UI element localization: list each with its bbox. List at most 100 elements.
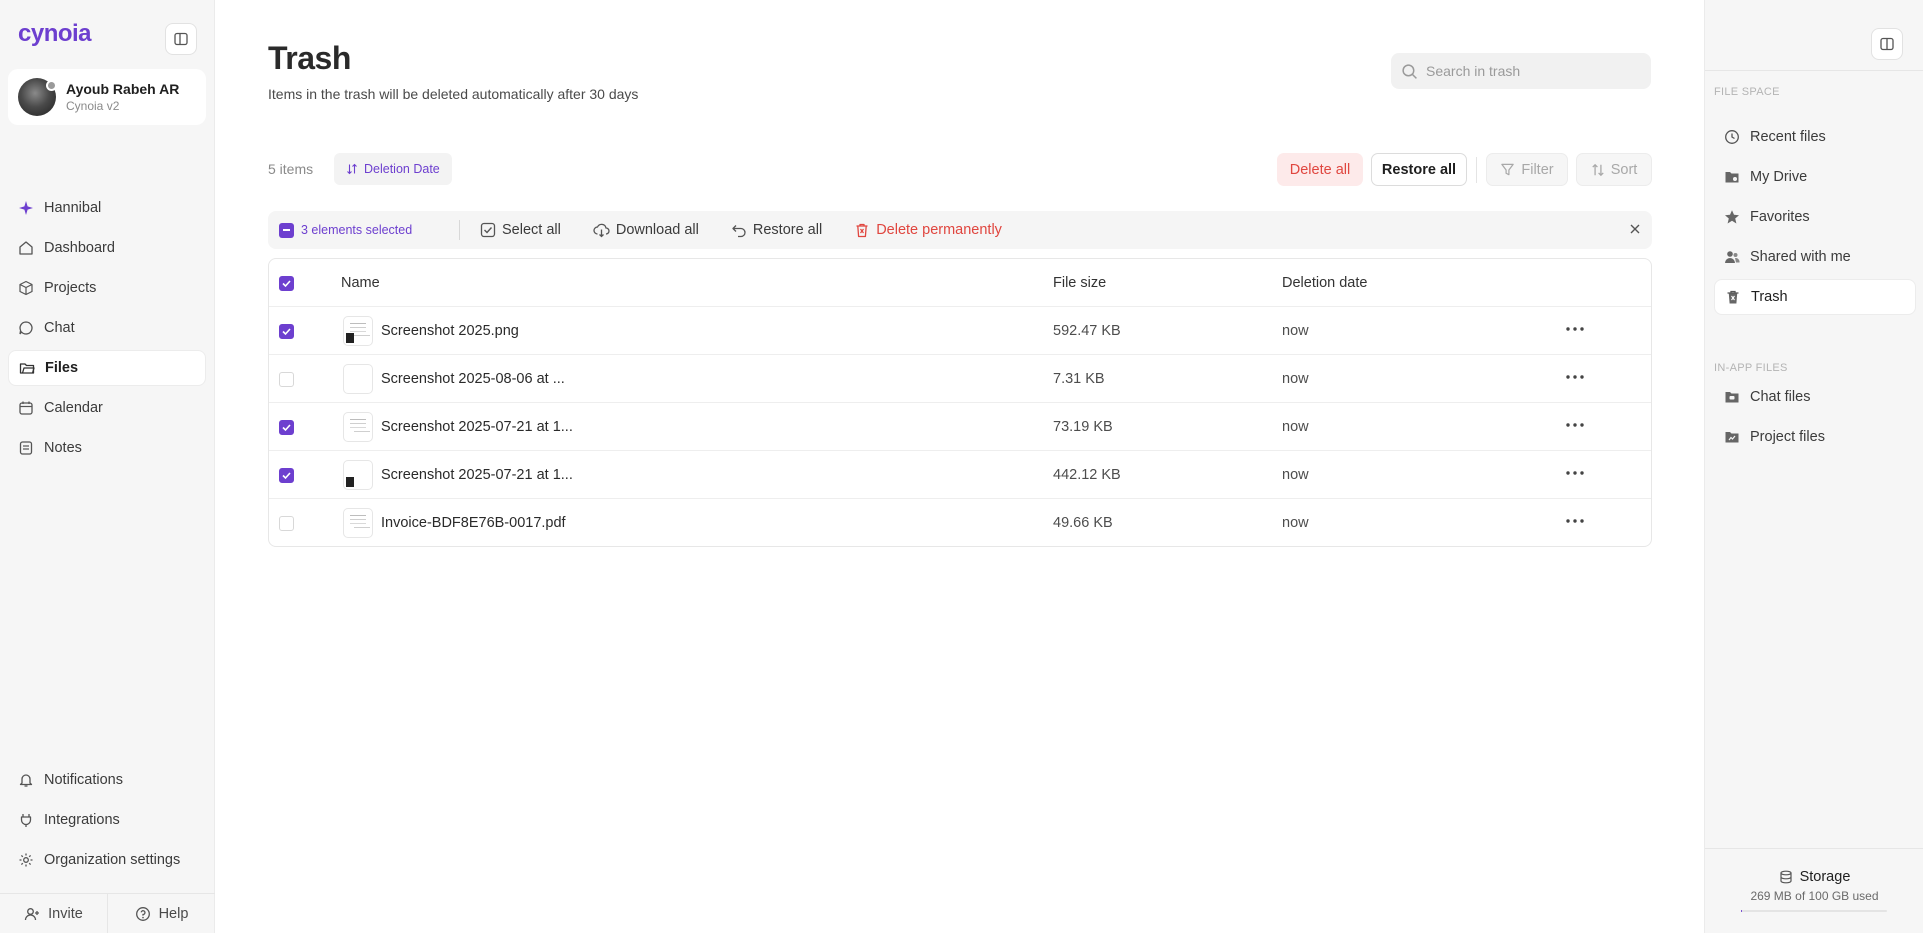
nav-item-files[interactable]: Files xyxy=(8,350,206,386)
file-name[interactable]: Screenshot 2025-08-06 at ... xyxy=(381,355,565,403)
file-size: 73.19 KB xyxy=(1053,419,1113,435)
column-header-file-size[interactable]: File size xyxy=(1053,259,1106,307)
check-square-icon xyxy=(480,222,496,238)
close-selection-button[interactable] xyxy=(1628,222,1642,236)
sidebar-item-chat-files[interactable]: Chat files xyxy=(1714,379,1916,415)
nav-item-calendar[interactable]: Calendar xyxy=(8,390,206,426)
invite-button[interactable]: Invite xyxy=(0,894,108,933)
sort-button[interactable]: Sort xyxy=(1576,153,1652,186)
nav-item-organization-settings[interactable]: Organization settings xyxy=(8,842,206,878)
table-row[interactable]: Screenshot 2025-08-06 at ... 7.31 KB now xyxy=(269,355,1651,403)
column-header-deletion-date[interactable]: Deletion date xyxy=(1282,259,1367,307)
sidebar-item-my-drive[interactable]: My Drive xyxy=(1714,159,1916,195)
restore-selected-button[interactable]: Restore all xyxy=(731,222,822,238)
table-row[interactable]: Screenshot 2025.png 592.47 KB now xyxy=(269,307,1651,355)
user-org: Cynoia v2 xyxy=(66,98,120,113)
file-size: 442.12 KB xyxy=(1053,467,1121,483)
main-nav: Hannibal Dashboard Projects Chat Files C… xyxy=(8,190,206,470)
nav-label: Projects xyxy=(44,280,97,296)
file-name[interactable]: Invoice-BDF8E76B-0017.pdf xyxy=(381,499,566,546)
file-name[interactable]: Screenshot 2025.png xyxy=(381,307,519,355)
file-size: 592.47 KB xyxy=(1053,323,1121,339)
row-checkbox[interactable] xyxy=(279,516,294,531)
search-input[interactable] xyxy=(1426,63,1626,79)
row-more-button[interactable] xyxy=(1563,369,1587,385)
select-all-button[interactable]: Select all xyxy=(480,222,561,238)
sidebar-item-label: Chat files xyxy=(1750,389,1811,405)
filter-button[interactable]: Filter xyxy=(1486,153,1568,186)
row-more-button[interactable] xyxy=(1563,465,1587,481)
nav-item-chat[interactable]: Chat xyxy=(8,310,206,346)
sidebar-item-recent-files[interactable]: Recent files xyxy=(1714,119,1916,155)
row-more-button[interactable] xyxy=(1563,321,1587,337)
file-thumbnail xyxy=(343,316,373,346)
chat-icon xyxy=(18,320,34,336)
selection-count[interactable]: 3 elements selected xyxy=(279,222,459,238)
restore-all-button[interactable]: Restore all xyxy=(1371,153,1467,186)
sparkle-icon xyxy=(18,200,34,216)
sidebar-item-project-files[interactable]: Project files xyxy=(1714,419,1916,455)
table-row[interactable]: Screenshot 2025-07-21 at 1... 442.12 KB … xyxy=(269,451,1651,499)
file-size: 7.31 KB xyxy=(1053,371,1105,387)
collapse-file-sidebar-button[interactable] xyxy=(1871,28,1903,60)
search-box[interactable] xyxy=(1391,53,1651,89)
file-thumbnail xyxy=(343,460,373,490)
main-content: Trash Items in the trash will be deleted… xyxy=(216,0,1704,933)
storage-heading: Storage xyxy=(1705,869,1923,885)
help-button[interactable]: Help xyxy=(108,894,215,933)
table-row[interactable]: Screenshot 2025-07-21 at 1... 73.19 KB n… xyxy=(269,403,1651,451)
sidebar-item-favorites[interactable]: Favorites xyxy=(1714,199,1916,235)
header-checkbox[interactable] xyxy=(279,276,294,291)
row-checkbox[interactable] xyxy=(279,324,294,339)
storage-usage-text: 269 MB of 100 GB used xyxy=(1750,889,1879,903)
page-subtitle: Items in the trash will be deleted autom… xyxy=(268,86,639,102)
column-header-name[interactable]: Name xyxy=(341,259,380,307)
row-more-button[interactable] xyxy=(1563,417,1587,433)
panel-toggle-icon xyxy=(1880,37,1894,51)
storage-panel[interactable]: Storage 269 MB of 100 GB used xyxy=(1705,848,1923,933)
file-size: 49.66 KB xyxy=(1053,515,1113,531)
nav-item-dashboard[interactable]: Dashboard xyxy=(8,230,206,266)
app-logo[interactable]: cynoia xyxy=(18,20,92,48)
nav-item-projects[interactable]: Projects xyxy=(8,270,206,306)
restore-selected-label: Restore all xyxy=(752,222,823,238)
row-checkbox[interactable] xyxy=(279,468,294,483)
storage-progress-bar xyxy=(1741,910,1887,912)
sort-by-deletion-date-chip[interactable]: Deletion Date xyxy=(334,153,452,185)
help-icon xyxy=(135,906,151,922)
table-row[interactable]: Invoice-BDF8E76B-0017.pdf 49.66 KB now xyxy=(269,499,1651,546)
sort-arrows-icon xyxy=(346,163,358,175)
file-name[interactable]: Screenshot 2025-07-21 at 1... xyxy=(381,451,573,499)
delete-all-button[interactable]: Delete all xyxy=(1277,153,1363,186)
download-all-button[interactable]: Download all xyxy=(593,222,699,238)
nav-label: Dashboard xyxy=(44,240,115,256)
row-more-button[interactable] xyxy=(1563,513,1587,529)
row-checkbox[interactable] xyxy=(279,372,294,387)
user-card[interactable]: Ayoub Rabeh AR Cynoia v2 xyxy=(8,69,206,125)
filter-label: Filter xyxy=(1521,161,1554,178)
storage-title: Storage xyxy=(1799,869,1851,885)
gear-icon xyxy=(18,852,34,868)
chat-folder-icon xyxy=(1724,389,1740,405)
collapse-sidebar-button[interactable] xyxy=(165,23,197,55)
nav-item-notifications[interactable]: Notifications xyxy=(8,762,206,798)
table-header: Name File size Deletion date xyxy=(269,259,1651,307)
file-name[interactable]: Screenshot 2025-07-21 at 1... xyxy=(381,403,573,451)
nav-label: Calendar xyxy=(44,400,103,416)
nav-item-notes[interactable]: Notes xyxy=(8,430,206,466)
select-all-label: Select all xyxy=(502,222,561,238)
file-space-sidebar: FILE SPACE Recent files My Drive Favorit… xyxy=(1704,0,1923,933)
nav-item-integrations[interactable]: Integrations xyxy=(8,802,206,838)
selection-bar: 3 elements selected Select all Download … xyxy=(268,211,1652,249)
sidebar-item-shared-with-me[interactable]: Shared with me xyxy=(1714,239,1916,275)
delete-permanently-button[interactable]: Delete permanently xyxy=(854,222,1002,238)
deselect-checkbox[interactable] xyxy=(279,222,294,238)
item-count: 5 items xyxy=(268,161,314,177)
calendar-icon xyxy=(18,400,34,416)
sidebar-item-trash[interactable]: Trash xyxy=(1714,279,1916,315)
panel-toggle-icon xyxy=(174,32,188,46)
nav-item-hannibal[interactable]: Hannibal xyxy=(8,190,206,226)
row-checkbox[interactable] xyxy=(279,420,294,435)
sort-chip-label: Deletion Date xyxy=(364,162,440,176)
left-sidebar: cynoia Ayoub Rabeh AR Cynoia v2 Hannibal… xyxy=(0,0,215,933)
